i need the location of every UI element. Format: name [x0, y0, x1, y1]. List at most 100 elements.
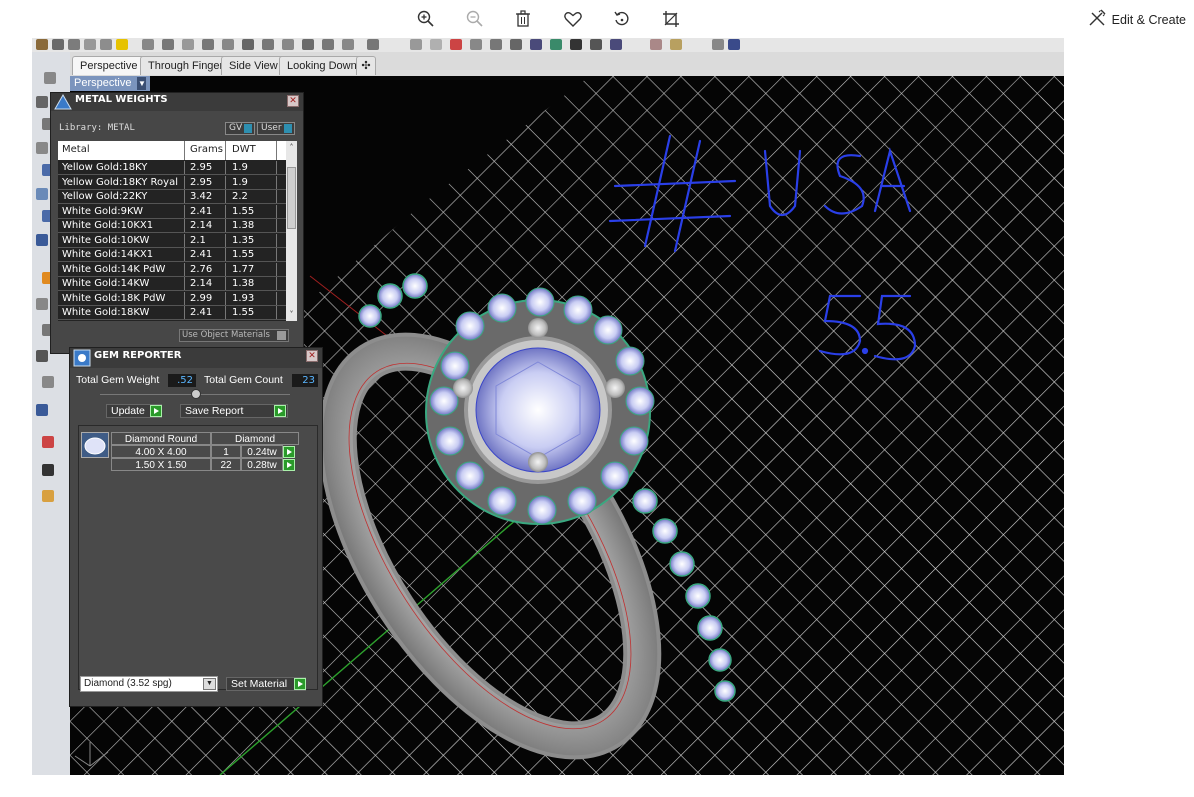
metal-row[interactable]: White Gold:10KX1 2.14 1.38 — [58, 219, 286, 234]
metal-row[interactable]: Yellow Gold:22KY 3.42 2.2 — [58, 190, 286, 205]
gem-size[interactable]: 4.00 X 4.00 — [111, 445, 211, 458]
toolbar-icon[interactable] — [36, 39, 48, 50]
metal-row[interactable]: White Gold:9KW 2.41 1.55 — [58, 204, 286, 219]
toolbar-icon[interactable] — [670, 39, 682, 50]
metal-table-scrollbar[interactable]: ˄ ˅ — [286, 141, 297, 321]
toolbar-icon[interactable] — [570, 39, 582, 50]
toolbar-icon[interactable] — [202, 39, 214, 50]
material-select[interactable]: Diamond (3.52 spg) ▼ — [80, 676, 218, 692]
gem-weight[interactable]: 0.28tw — [241, 458, 283, 471]
scroll-down-icon[interactable]: ˅ — [287, 310, 296, 319]
crop-icon[interactable] — [660, 8, 682, 30]
toolbar-icon[interactable] — [650, 39, 662, 50]
splitter-handle-icon[interactable] — [191, 389, 201, 399]
zoom-out-icon[interactable] — [464, 8, 486, 30]
toolbar-icon[interactable] — [712, 39, 724, 50]
zoom-in-icon[interactable] — [415, 8, 437, 30]
toolbar-icon[interactable] — [450, 39, 462, 50]
save-report-arrow-icon[interactable] — [274, 405, 286, 417]
toolbar-icon[interactable] — [262, 39, 274, 50]
save-report-button[interactable]: Save Report — [180, 404, 288, 418]
viewport-dropdown-icon[interactable]: ▼ — [137, 77, 147, 90]
tool-icon[interactable] — [36, 404, 48, 416]
metal-row[interactable]: White Gold:18K PdW 2.99 1.93 — [58, 291, 286, 306]
tab-looking-down[interactable]: Looking Down — [279, 56, 365, 75]
toolbar-icon[interactable] — [100, 39, 112, 50]
metal-row[interactable]: White Gold:14KX1 2.41 1.55 — [58, 248, 286, 263]
gem-size[interactable]: 1.50 X 1.50 — [111, 458, 211, 471]
gem-table: Diamond Round Diamond 4.00 X 4.00 1 0.24… — [78, 425, 318, 690]
toolbar-icon[interactable] — [222, 39, 234, 50]
tool-icon[interactable] — [36, 234, 48, 246]
col-dwt[interactable]: DWT — [232, 144, 256, 155]
use-object-materials-button[interactable]: Use Object Materials — [179, 329, 289, 342]
edit-create-button[interactable]: Edit & Create — [1088, 9, 1186, 30]
toolbar-icon[interactable] — [282, 39, 294, 50]
toolbar-icon[interactable] — [68, 39, 80, 50]
toolbar-icon[interactable] — [116, 39, 128, 50]
toolbar-icon[interactable] — [302, 39, 314, 50]
user-toggle[interactable]: User — [257, 122, 295, 135]
metal-row[interactable]: White Gold:14KW 2.14 1.38 — [58, 277, 286, 292]
gem-row-arrow-icon[interactable] — [283, 459, 295, 471]
metal-row[interactable]: White Gold:14K PdW 2.76 1.77 — [58, 262, 286, 277]
scroll-up-icon[interactable]: ˄ — [287, 143, 296, 152]
rotate-icon[interactable] — [611, 8, 633, 30]
metal-row[interactable]: White Gold:10KW 2.1 1.35 — [58, 233, 286, 248]
tool-icon[interactable] — [44, 72, 56, 84]
gem-count[interactable]: 1 — [211, 445, 241, 458]
tool-icon[interactable] — [42, 436, 54, 448]
tool-icon[interactable] — [36, 96, 48, 108]
set-material-arrow-icon[interactable] — [294, 678, 306, 690]
toolbar-icon[interactable] — [410, 39, 422, 50]
toolbar-icon[interactable] — [550, 39, 562, 50]
tool-icon[interactable] — [36, 188, 48, 200]
gem-weight[interactable]: 0.24tw — [241, 445, 283, 458]
gem-count[interactable]: 22 — [211, 458, 241, 471]
tool-icon[interactable] — [42, 490, 54, 502]
toolbar-icon[interactable] — [142, 39, 154, 50]
metal-row[interactable]: White Gold:18KW 2.41 1.55 — [58, 306, 286, 321]
toolbar-icon[interactable] — [430, 39, 442, 50]
toolbar-icon[interactable] — [84, 39, 96, 50]
col-metal[interactable]: Metal — [62, 144, 90, 155]
favorite-icon[interactable] — [562, 8, 584, 30]
toolbar-icon[interactable] — [590, 39, 602, 50]
tool-icon[interactable] — [36, 350, 48, 362]
tool-icon[interactable] — [36, 142, 48, 154]
toolbar-icon[interactable] — [182, 39, 194, 50]
toolbar-icon[interactable] — [162, 39, 174, 50]
metal-row[interactable]: Yellow Gold:18KY Royal 2.95 1.9 — [58, 175, 286, 190]
metal-row[interactable]: Yellow Gold:18KY 2.95 1.9 — [58, 161, 286, 176]
viewport-label[interactable]: Perspective ▼ — [70, 76, 151, 91]
toolbar-icon[interactable] — [728, 39, 740, 50]
toolbar-icon[interactable] — [610, 39, 622, 50]
toolbar-icon[interactable] — [470, 39, 482, 50]
toolbar-icon[interactable] — [490, 39, 502, 50]
tab-perspective[interactable]: Perspective — [72, 56, 146, 75]
close-icon[interactable]: ✕ — [306, 350, 318, 362]
delete-icon[interactable] — [512, 8, 534, 30]
gem-reporter-panel: GEM REPORTER ✕ Total Gem Weight .52 Tota… — [69, 347, 323, 707]
tool-icon[interactable] — [36, 298, 48, 310]
metal-table: Metal Grams DWT Yellow Gold:18KY 2.95 1.9 … — [58, 141, 297, 321]
toolbar-icon[interactable] — [322, 39, 334, 50]
close-icon[interactable]: ✕ — [287, 95, 299, 107]
gv-toggle[interactable]: GV — [225, 122, 255, 135]
add-tab-button[interactable]: ✣ — [356, 56, 376, 75]
tab-through-finger[interactable]: Through Finger — [140, 56, 232, 75]
toolbar-icon[interactable] — [530, 39, 542, 50]
toolbar-icon[interactable] — [510, 39, 522, 50]
toolbar-icon[interactable] — [242, 39, 254, 50]
toolbar-icon[interactable] — [367, 39, 379, 50]
tool-icon[interactable] — [42, 376, 54, 388]
chevron-down-icon[interactable]: ▼ — [203, 678, 216, 690]
col-grams[interactable]: Grams — [190, 144, 223, 155]
check-icon[interactable] — [42, 464, 54, 476]
gem-row-arrow-icon[interactable] — [283, 446, 295, 458]
toolbar-icon[interactable] — [342, 39, 354, 50]
tab-side-view[interactable]: Side View — [221, 56, 286, 75]
update-arrow-icon[interactable] — [150, 405, 162, 417]
scroll-thumb[interactable] — [287, 167, 296, 229]
toolbar-icon[interactable] — [52, 39, 64, 50]
